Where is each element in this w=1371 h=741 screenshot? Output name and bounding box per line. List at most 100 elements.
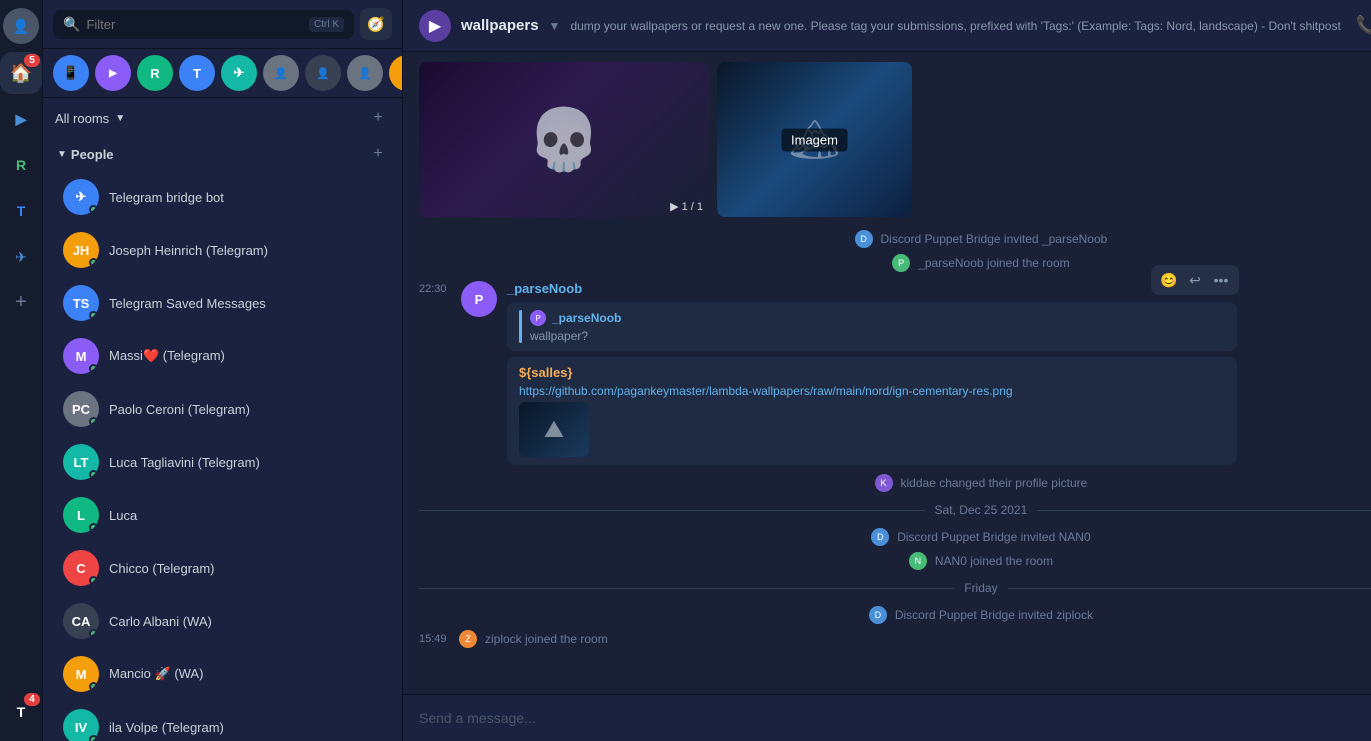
workspace-button-3[interactable]: T (0, 190, 42, 232)
system-avatar: K (875, 474, 893, 492)
list-item[interactable]: IV ila Volpe (Telegram) (49, 701, 396, 741)
workspace-button-4[interactable]: ✈ (0, 236, 42, 278)
contact-avatar: M (63, 338, 99, 374)
message-actions: 😊 ↩ ••• (1151, 265, 1239, 295)
quote-content: P _parseNoob wallpaper? (530, 310, 1225, 343)
contact-name: Chicco (Telegram) (109, 561, 214, 576)
date-label: Friday (964, 581, 997, 595)
timed-system-message: 15:49 Z ziplock joined the room (403, 627, 1371, 651)
contact-name: ila Volpe (Telegram) (109, 720, 224, 735)
room-logo-icon: ▶ (429, 16, 441, 36)
contact-avatar: M (63, 656, 99, 692)
image-label: Imagem (781, 128, 848, 151)
avatar-item[interactable]: R (137, 55, 173, 91)
search-icon: 🔍 (63, 16, 80, 33)
list-item[interactable]: M Mancio 🚀 (WA) (49, 648, 396, 700)
image-blue[interactable]: 🏔 Imagem (717, 62, 912, 217)
list-item[interactable]: C Chicco (Telegram) (49, 542, 396, 594)
reply-button[interactable]: ↩ (1183, 268, 1207, 292)
avatar-item[interactable]: 👤 (263, 55, 299, 91)
message-time: 15:49 (419, 633, 451, 645)
explore-button[interactable]: 🧭 (360, 8, 392, 40)
avatar-item[interactable]: 👤 (305, 55, 341, 91)
add-room-button[interactable]: + (366, 106, 390, 130)
contact-name: Joseph Heinrich (Telegram) (109, 243, 268, 258)
avatar-item[interactable]: T (179, 55, 215, 91)
contact-avatar: JH (63, 232, 99, 268)
reply-sender: ${salles} (519, 365, 1225, 380)
system-message: D Discord Puppet Bridge invited ziplock (403, 603, 1371, 627)
quote-bar (519, 310, 522, 343)
workspace-button-1[interactable]: ▶ (0, 98, 42, 140)
quote-avatar: P (530, 310, 546, 326)
contact-avatar: CA (63, 603, 99, 639)
list-item[interactable]: PC Paolo Ceroni (Telegram) (49, 383, 396, 435)
react-button[interactable]: 😊 (1157, 268, 1181, 292)
contact-list: ✈ Telegram bridge bot JH Joseph Heinrich… (43, 170, 402, 741)
contact-name: Massi❤️ (Telegram) (109, 348, 225, 364)
people-label: People (71, 147, 114, 162)
r-icon: R (16, 157, 26, 173)
contact-name: Telegram Saved Messages (109, 296, 266, 311)
avatar-item[interactable]: 👤 (347, 55, 383, 91)
chat-main: ▶ wallpapers ▼ dump your wallpapers or r… (403, 0, 1371, 741)
chevron-down-icon: ▼ (115, 113, 125, 124)
contact-avatar: ✈ (63, 179, 99, 215)
chevron-down-icon: ▼ (57, 149, 67, 160)
all-rooms-header: All rooms ▼ + (43, 98, 402, 138)
list-item[interactable]: M Massi❤️ (Telegram) (49, 330, 396, 382)
home-button[interactable]: 🏠 5 (0, 52, 42, 94)
list-item[interactable]: LT Luca Tagliavini (Telegram) (49, 436, 396, 488)
message-input[interactable] (419, 710, 1371, 726)
home-badge: 5 (24, 54, 40, 67)
all-rooms-button[interactable]: All rooms ▼ (55, 111, 125, 126)
more-options-button[interactable]: ••• (1209, 268, 1233, 292)
image-skull[interactable]: 💀 ▶ 1 / 1 (419, 62, 709, 217)
chat-input-area: 📎 😊 🌐 🎤 (403, 694, 1371, 741)
date-divider: Sat, Dec 25 2021 (403, 495, 1371, 525)
avatar-item[interactable]: 👤 (389, 55, 402, 91)
list-item[interactable]: JH Joseph Heinrich (Telegram) (49, 224, 396, 276)
room-logo: ▶ (419, 10, 451, 42)
search-bar: 🔍 Ctrl K 🧭 (43, 0, 402, 49)
workspace-button-2[interactable]: R (0, 144, 42, 186)
filter-input[interactable] (86, 17, 303, 32)
avatar-item[interactable]: ▶ (95, 55, 131, 91)
image-counter: ▶ 1 / 1 (670, 200, 703, 213)
people-section-toggle[interactable]: ▼ People (57, 147, 114, 162)
list-item[interactable]: L Luca (49, 489, 396, 541)
contact-name: Carlo Albani (WA) (109, 614, 212, 629)
list-item[interactable]: ✈ Telegram bridge bot (49, 171, 396, 223)
message-sender: _parseNoob (507, 281, 1237, 296)
contact-avatar: LT (63, 444, 99, 480)
t-icon: T (17, 203, 26, 219)
chat-body: 💀 ▶ 1 / 1 🏔 Imagem D Discord Puppet Brid… (403, 52, 1371, 694)
add-person-button[interactable]: + (368, 144, 388, 164)
message-row: 22:30 P _parseNoob 😊 ↩ ••• P _parseNoob (403, 275, 1371, 471)
system-message: D Discord Puppet Bridge invited NAN0 (403, 525, 1371, 549)
list-item[interactable]: TS Telegram Saved Messages (49, 277, 396, 329)
system-text: Discord Puppet Bridge invited _parseNoob (881, 232, 1108, 246)
system-message: D Discord Puppet Bridge invited _parseNo… (403, 227, 1371, 251)
search-input-wrap: 🔍 Ctrl K (53, 10, 354, 39)
skull-icon: 💀 (527, 104, 602, 175)
avatar-item[interactable]: ✈ (221, 55, 257, 91)
system-avatar: D (871, 528, 889, 546)
avatar-item[interactable]: 📱 (53, 55, 89, 91)
contact-avatar: C (63, 550, 99, 586)
list-item[interactable]: CA Carlo Albani (WA) (49, 595, 396, 647)
workspace-t-button[interactable]: T 4 (0, 691, 42, 733)
link-preview[interactable]: https://github.com/pagankeymaster/lambda… (519, 384, 1225, 398)
system-text: NAN0 joined the room (935, 554, 1053, 568)
chat-header: ▶ wallpapers ▼ dump your wallpapers or r… (403, 0, 1371, 52)
quote-text: wallpaper? (530, 329, 1225, 343)
quote-header: P _parseNoob (530, 310, 1225, 326)
add-workspace-button[interactable]: + (5, 286, 37, 318)
message-time: 22:30 (419, 283, 451, 295)
t-badge: 4 (24, 693, 40, 706)
phone-button[interactable]: 📞 (1351, 10, 1371, 42)
contact-avatar: IV (63, 709, 99, 741)
icon-sidebar: 👤 🏠 5 ▶ R T ✈ + T 4 (0, 0, 43, 741)
date-divider: Friday (403, 573, 1371, 603)
user-avatar[interactable]: 👤 (3, 8, 39, 44)
